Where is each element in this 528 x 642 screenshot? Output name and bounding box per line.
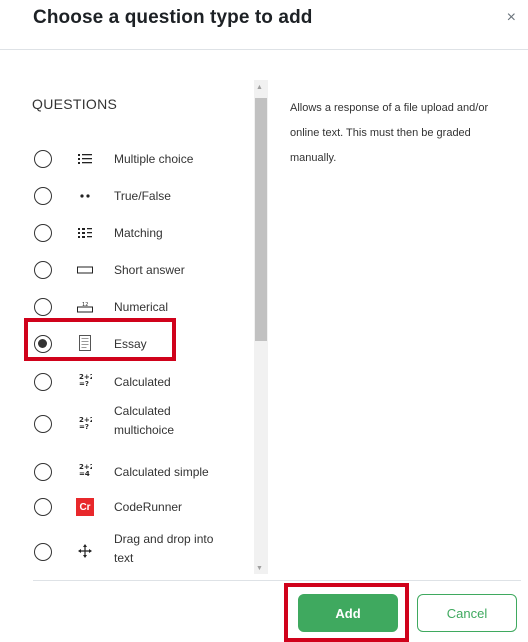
calculated-icon: 2+2=4 xyxy=(76,461,94,479)
list-item-label: True/False xyxy=(114,189,171,203)
radio-button[interactable] xyxy=(34,224,52,242)
calculated-icon: 2+2=? xyxy=(76,371,94,389)
list-item-label: Calculated xyxy=(114,375,171,389)
list-item-label: multichoice xyxy=(114,423,175,437)
list-item-label: Essay xyxy=(114,337,147,351)
list-item-label: text xyxy=(114,551,134,565)
cancel-button[interactable]: Cancel xyxy=(417,594,517,632)
grid-list-icon xyxy=(76,224,94,242)
radio-button[interactable] xyxy=(34,298,52,316)
list-item-label: CodeRunner xyxy=(114,500,183,514)
list-item[interactable]: Cr CodeRunner xyxy=(24,492,254,522)
list-item[interactable]: True/False xyxy=(24,181,254,211)
footer-divider xyxy=(33,580,521,581)
list-item-label: Calculated simple xyxy=(114,465,209,479)
svg-text:=?: =? xyxy=(79,380,89,388)
radio-button[interactable] xyxy=(34,498,52,516)
list-item[interactable]: Matching xyxy=(24,218,254,248)
radio-button[interactable] xyxy=(34,543,52,561)
question-type-description: Allows a response of a file upload and/o… xyxy=(290,102,489,164)
scrollbar-thumb[interactable] xyxy=(255,98,267,341)
list-item-label: Calculated xyxy=(114,404,171,418)
list-item-label: Matching xyxy=(114,226,163,240)
calculated-icon: 2+2=? xyxy=(76,414,94,432)
radio-button[interactable] xyxy=(34,187,52,205)
modal-header: Choose a question type to add × xyxy=(0,0,528,50)
radio-button[interactable] xyxy=(34,373,52,391)
question-type-list: QUESTIONS Multiple choice True/False Mat… xyxy=(24,78,272,578)
list-item-label: Drag and drop into xyxy=(114,532,214,546)
coderunner-icon: Cr xyxy=(76,498,94,516)
list-item[interactable]: 2+2=? Calculated xyxy=(24,366,254,396)
scroll-down-icon[interactable]: ▼ xyxy=(256,565,263,572)
radio-button[interactable] xyxy=(34,261,52,279)
section-heading: QUESTIONS xyxy=(32,96,118,112)
list-item-label: Numerical xyxy=(114,300,169,314)
list-item[interactable]: Multiple choice xyxy=(24,144,254,174)
numerical-icon: 12 xyxy=(76,298,94,316)
list-item[interactable]: Short answer xyxy=(24,255,254,285)
list-item-label: Short answer xyxy=(114,263,185,277)
modal-title: Choose a question type to add xyxy=(33,7,313,28)
list-item[interactable]: 12 Numerical xyxy=(24,292,254,322)
radio-button-checked[interactable] xyxy=(34,335,52,353)
dots-icon xyxy=(76,187,94,205)
close-icon[interactable]: × xyxy=(507,10,516,26)
list-item[interactable]: 2+2=4 Calculated simple xyxy=(24,456,254,486)
svg-text:=4: =4 xyxy=(79,470,90,478)
add-button[interactable]: Add xyxy=(298,594,398,632)
scroll-up-icon[interactable]: ▲ xyxy=(256,84,263,91)
text-field-icon xyxy=(76,261,94,279)
radio-button[interactable] xyxy=(34,150,52,168)
list-item[interactable]: Drag and drop into text xyxy=(24,530,254,574)
move-icon xyxy=(76,542,94,560)
list-icon xyxy=(76,150,94,168)
radio-button[interactable] xyxy=(34,415,52,433)
document-icon xyxy=(76,334,94,352)
radio-button[interactable] xyxy=(34,463,52,481)
svg-text:=?: =? xyxy=(79,423,89,431)
list-item[interactable]: 2+2=? Calculated multichoice xyxy=(24,400,254,444)
list-item-label: Multiple choice xyxy=(114,152,194,166)
list-item-selected[interactable]: Essay xyxy=(24,329,254,359)
